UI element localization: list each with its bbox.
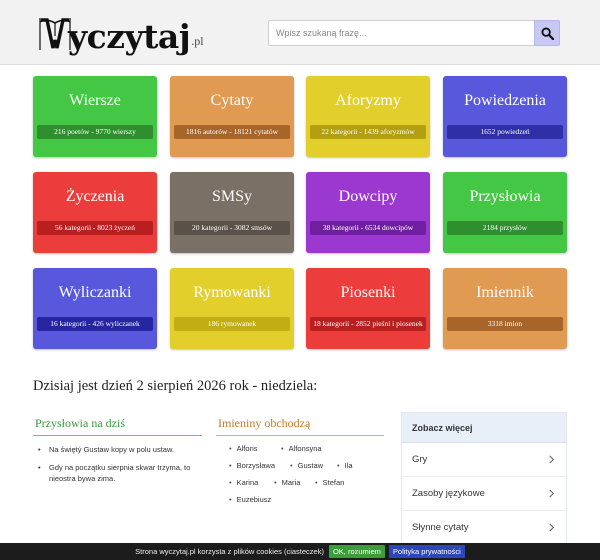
name-link[interactable]: Alfonsyna <box>281 444 322 453</box>
name-link[interactable]: Borzysława <box>229 461 275 470</box>
see-more-panel: Zobacz więcej Gry Zasoby językowe Słynne… <box>401 412 567 560</box>
tile-przyslowia[interactable]: Przysłowia 2184 przysłów <box>443 172 567 253</box>
more-item-games[interactable]: Gry <box>402 443 566 477</box>
see-more-title: Zobacz więcej <box>402 413 566 443</box>
tile-aforyzmy[interactable]: Aforyzmy 22 kategorii - 1439 aforyzmów <box>306 76 430 157</box>
proverbs-title[interactable]: Przysłowia na dziś <box>33 416 202 436</box>
chevron-right-icon <box>549 523 555 532</box>
tile-title: Cytaty <box>210 92 254 109</box>
tile-wyliczanki[interactable]: Wyliczanki 16 kategorii - 426 wyliczanek <box>33 268 157 349</box>
tile-imiennik[interactable]: Imiennik 3318 imion <box>443 268 567 349</box>
name-link[interactable]: Ila <box>337 461 353 470</box>
proverb-item[interactable]: Gdy na początku sierpnia skwar trzyma, t… <box>33 462 202 484</box>
tile-title: Piosenki <box>340 284 396 301</box>
name-link[interactable]: Maria <box>274 478 301 487</box>
proverb-item[interactable]: Na świętý Gustaw kopy w polu ustaw. <box>33 444 202 455</box>
proverbs-list: Na świętý Gustaw kopy w polu ustaw. Gdy … <box>33 444 202 484</box>
tile-title: Życzenia <box>65 188 125 205</box>
cookie-bar: Strona wyczytaj.pl korzysta z plików coo… <box>0 543 600 560</box>
tile-powiedzenia[interactable]: Powiedzenia 1652 powiedzeń <box>443 76 567 157</box>
more-item-label: Zasoby językowe <box>412 488 485 499</box>
tile-stats: 22 kategorii - 1439 aforyzmów <box>310 125 426 139</box>
name-link[interactable]: Euzebiusz <box>229 495 272 504</box>
tile-title: Wyliczanki <box>58 284 132 301</box>
more-item-label: Słynne cytaty <box>412 522 469 533</box>
name-link[interactable]: Alfons <box>229 444 258 453</box>
cookie-accept-button[interactable]: OK, rozumiem <box>328 545 385 558</box>
tile-title: Aforyzmy <box>335 92 401 109</box>
tile-stats: 186 rymowanek <box>174 317 290 331</box>
proverbs-section: Przysłowia na dziś Na świętý Gustaw kopy… <box>33 416 202 491</box>
tile-wiersze[interactable]: Wiersze 216 poetów - 9770 wierszy <box>33 76 157 157</box>
tile-cytaty[interactable]: Cytaty 1816 autorów - 18121 cytatów <box>170 76 294 157</box>
chevron-right-icon <box>549 455 555 464</box>
privacy-policy-link[interactable]: Polityka prywatności <box>388 545 465 558</box>
name-link[interactable]: Karina <box>229 478 259 487</box>
tile-zyczenia[interactable]: Życzenia 56 kategorii - 8023 życzeń <box>33 172 157 253</box>
more-item-famous-quotes[interactable]: Słynne cytaty <box>402 511 566 545</box>
search-input[interactable] <box>268 20 534 46</box>
search-button[interactable] <box>534 20 560 46</box>
tile-piosenki[interactable]: Piosenki 18 kategorii - 2852 pieśni i pi… <box>306 268 430 349</box>
chevron-right-icon <box>549 489 555 498</box>
tile-stats: 20 kategorii - 3082 smsów <box>174 221 290 235</box>
namedays-section: Imieniny obchodzą Alfons Alfonsyna Borzy… <box>216 416 384 514</box>
tile-stats: 2184 przysłów <box>447 221 563 235</box>
tile-stats: 38 kategorii - 6534 dowcipów <box>310 221 426 235</box>
tile-title: Przysłowia <box>469 188 541 205</box>
more-item-label: Gry <box>412 454 428 465</box>
search-form <box>268 20 560 46</box>
tile-smsy[interactable]: SMSy 20 kategorii - 3082 smsów <box>170 172 294 253</box>
tile-rymowanki[interactable]: Rymowanki 186 rymowanek <box>170 268 294 349</box>
tile-stats: 18 kategorii - 2852 pieśni i piosenek <box>310 317 426 331</box>
tile-title: Dowcipy <box>338 188 398 205</box>
tile-stats: 1816 autorów - 18121 cytatów <box>174 125 290 139</box>
tile-stats: 56 kategorii - 8023 życzeń <box>37 221 153 235</box>
tile-title: Wiersze <box>69 92 121 109</box>
tile-title: Powiedzenia <box>464 92 546 109</box>
logo-tld: .pl <box>191 34 204 48</box>
tile-title: Imiennik <box>476 284 534 301</box>
cookie-text: Strona wyczytaj.pl korzysta z plików coo… <box>135 547 324 556</box>
tile-stats: 16 kategorii - 426 wyliczanek <box>37 317 153 331</box>
tile-stats: 216 poetów - 9770 wierszy <box>37 125 153 139</box>
site-header: yczytaj .pl <box>0 0 600 65</box>
more-item-language-resources[interactable]: Zasoby językowe <box>402 477 566 511</box>
tile-stats: 3318 imion <box>447 317 563 331</box>
today-date-heading: Dzisiaj jest dzień 2 sierpień 2026 rok -… <box>33 378 318 394</box>
tile-title: Rymowanki <box>193 284 271 301</box>
tile-dowcipy[interactable]: Dowcipy 38 kategorii - 6534 dowcipów <box>306 172 430 253</box>
namedays-title[interactable]: Imieniny obchodzą <box>216 416 384 436</box>
tile-title: SMSy <box>211 188 253 205</box>
tile-stats: 1652 powiedzeń <box>447 125 563 139</box>
name-link[interactable]: Gustaw <box>290 461 323 470</box>
logo-text: yczytaj <box>68 17 191 56</box>
search-icon <box>540 26 554 40</box>
site-logo[interactable]: yczytaj .pl <box>38 12 204 54</box>
logo-book-w-icon <box>39 18 71 50</box>
namedays-list: Alfons Alfonsyna Borzysława Gustaw Ila K… <box>216 444 384 514</box>
name-link[interactable]: Stefan <box>315 478 345 487</box>
